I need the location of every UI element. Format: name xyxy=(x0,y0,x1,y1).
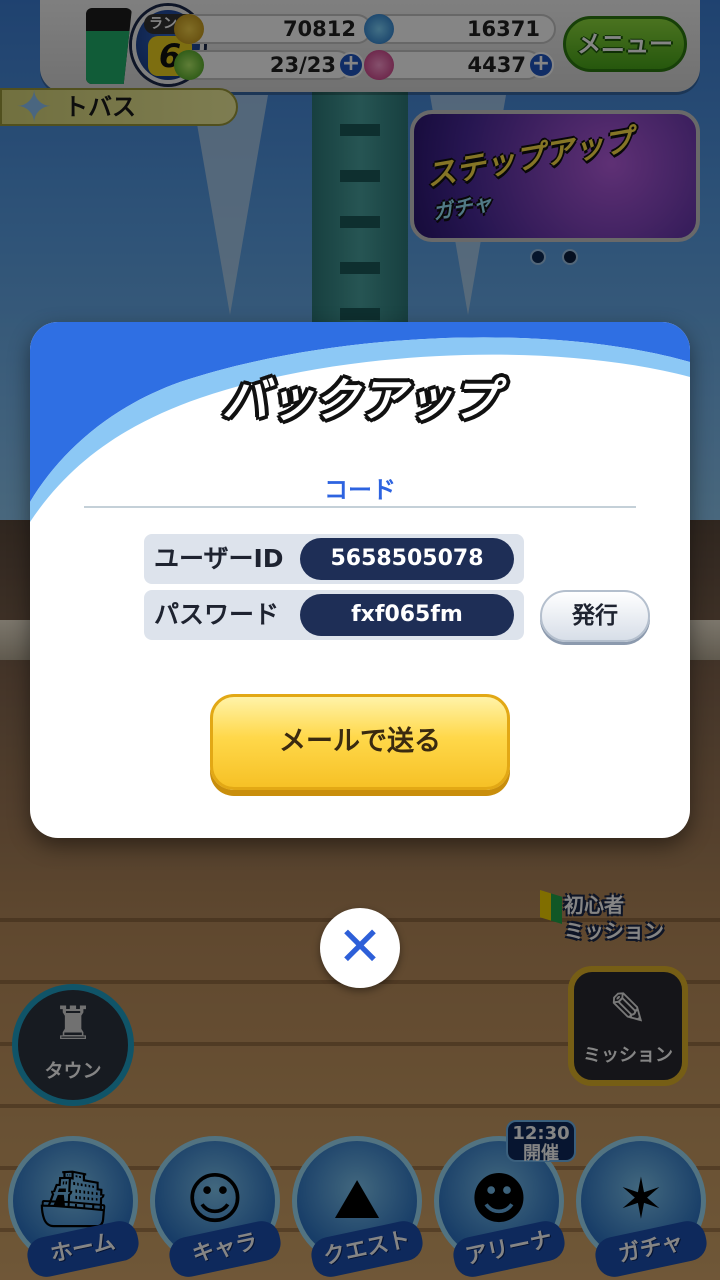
close-button[interactable]: ✕ xyxy=(320,908,400,988)
code-section-label: コード xyxy=(324,476,396,504)
backup-dialog: バックアップ コード ユーザーID 5658505078 パスワード fxf06… xyxy=(30,322,690,838)
user-id-label: ユーザーID xyxy=(154,544,284,573)
issue-password-button[interactable]: 発行 xyxy=(540,590,650,642)
send-mail-button[interactable]: メールで送る xyxy=(210,694,510,790)
section-divider xyxy=(84,506,636,508)
password-row: パスワード fxf065fm xyxy=(144,590,524,640)
user-id-row: ユーザーID 5658505078 xyxy=(144,534,524,584)
password-label: パスワード xyxy=(154,600,280,629)
user-id-value: 5658505078 xyxy=(300,538,514,580)
password-value: fxf065fm xyxy=(300,594,514,636)
dialog-title: バックアップ xyxy=(222,373,498,427)
